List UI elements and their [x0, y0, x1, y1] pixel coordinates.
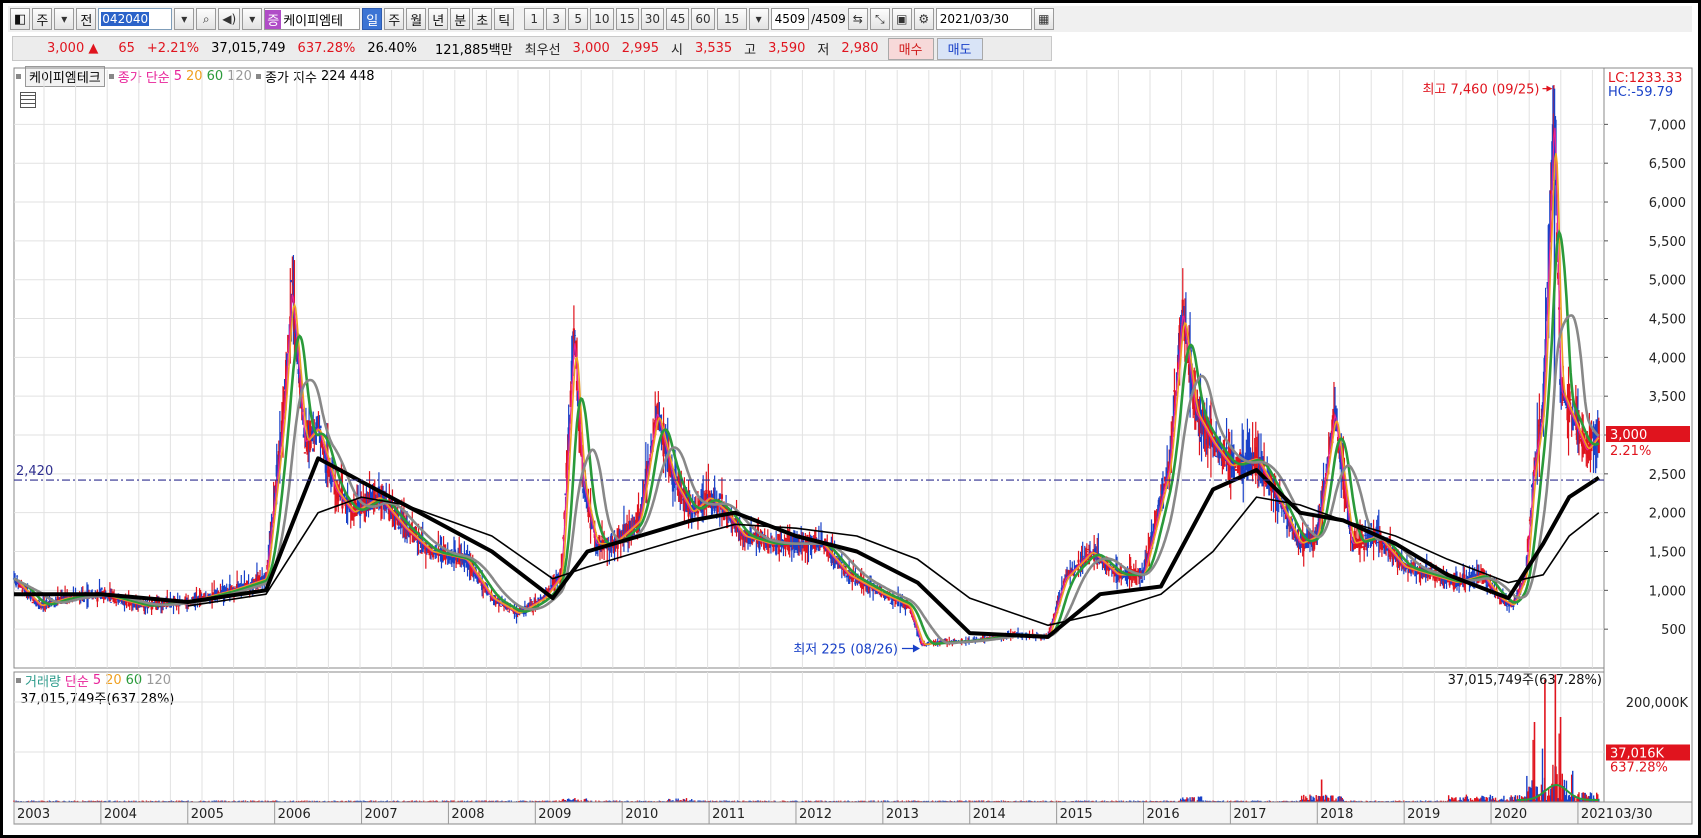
y-tick-label: 2,500 — [1649, 468, 1686, 483]
high-annotation: 최고 7,460 (09/25) — [1422, 83, 1539, 98]
x-tick-label: 2010 — [625, 807, 658, 822]
volume-tick-label: 200,000K — [1626, 696, 1689, 711]
x-tick-label: 2020 — [1494, 807, 1527, 822]
y-tick-label: 5,500 — [1649, 235, 1686, 250]
y-tick-label: 6,000 — [1649, 196, 1686, 211]
price-chart[interactable]: 500 1,000 1,500 2,000 2,500 3,000 3,500 4,000 4,… — [0, 0, 1701, 838]
x-tick-label: 2016 — [1147, 807, 1180, 822]
x-tick-label: 2012 — [799, 807, 832, 822]
volume-tag: 37,016K — [1610, 746, 1664, 761]
x-tick-label: 2008 — [451, 807, 484, 822]
x-tick-label: 2007 — [365, 807, 398, 822]
hc-label: HC:-59.79 — [1608, 85, 1673, 100]
x-axis-bar — [13, 801, 1693, 825]
low-arrow-head — [912, 644, 920, 653]
y-tick-label: 3,500 — [1649, 390, 1686, 405]
x-tick-label: 2003 — [17, 807, 50, 822]
price-series — [12, 85, 1600, 648]
lc-label: LC:1233.33 — [1608, 71, 1682, 86]
x-tick-label: 2004 — [104, 807, 137, 822]
volume-grid — [13, 671, 1605, 803]
volume-top-label: 37,015,749주(637.28%) — [1448, 673, 1602, 688]
y-tick-label: 1,500 — [1649, 546, 1686, 561]
x-tick-label: 2013 — [886, 807, 919, 822]
x-tick-label: 2018 — [1320, 807, 1353, 822]
volume-panel-border — [13, 671, 1605, 803]
x-tick-label: 2014 — [973, 807, 1006, 822]
price-tag: 3,000 — [1610, 428, 1647, 443]
ma5-line — [13, 127, 1600, 646]
reference-label: 2,420 — [16, 464, 53, 479]
ma20-line — [13, 153, 1600, 646]
x-tick-label: 2015 — [1060, 807, 1093, 822]
x-tick-label: 03/30 — [1615, 807, 1652, 822]
x-tick-label: 2017 — [1233, 807, 1266, 822]
x-tick-label: 2009 — [538, 807, 571, 822]
volume-pct-tag: 637.28% — [1610, 760, 1668, 775]
x-tick-label: 2011 — [712, 807, 745, 822]
x-tick-label: 2005 — [191, 807, 224, 822]
x-tick-label: 2021 — [1581, 807, 1614, 822]
moving-averages — [13, 127, 1600, 646]
x-tick-label: 2006 — [278, 807, 311, 822]
y-tick-label: 6,500 — [1649, 157, 1686, 172]
x-tick-label: 2019 — [1407, 807, 1440, 822]
y-tick-label: 2,000 — [1649, 507, 1686, 522]
price-pct-tag: 2.21% — [1610, 444, 1651, 459]
y-tick-label: 500 — [1661, 623, 1686, 638]
volume-bars — [13, 674, 1600, 802]
low-annotation: 최저 225 (08/26) — [793, 643, 898, 658]
y-tick-label: 4,500 — [1649, 313, 1686, 328]
y-tick-label: 1,000 — [1649, 584, 1686, 599]
y-tick-label: 7,000 — [1649, 118, 1686, 133]
y-tick-label: 5,000 — [1649, 274, 1686, 289]
y-tick-label: 4,000 — [1649, 351, 1686, 366]
high-arrow-head — [1546, 85, 1553, 92]
